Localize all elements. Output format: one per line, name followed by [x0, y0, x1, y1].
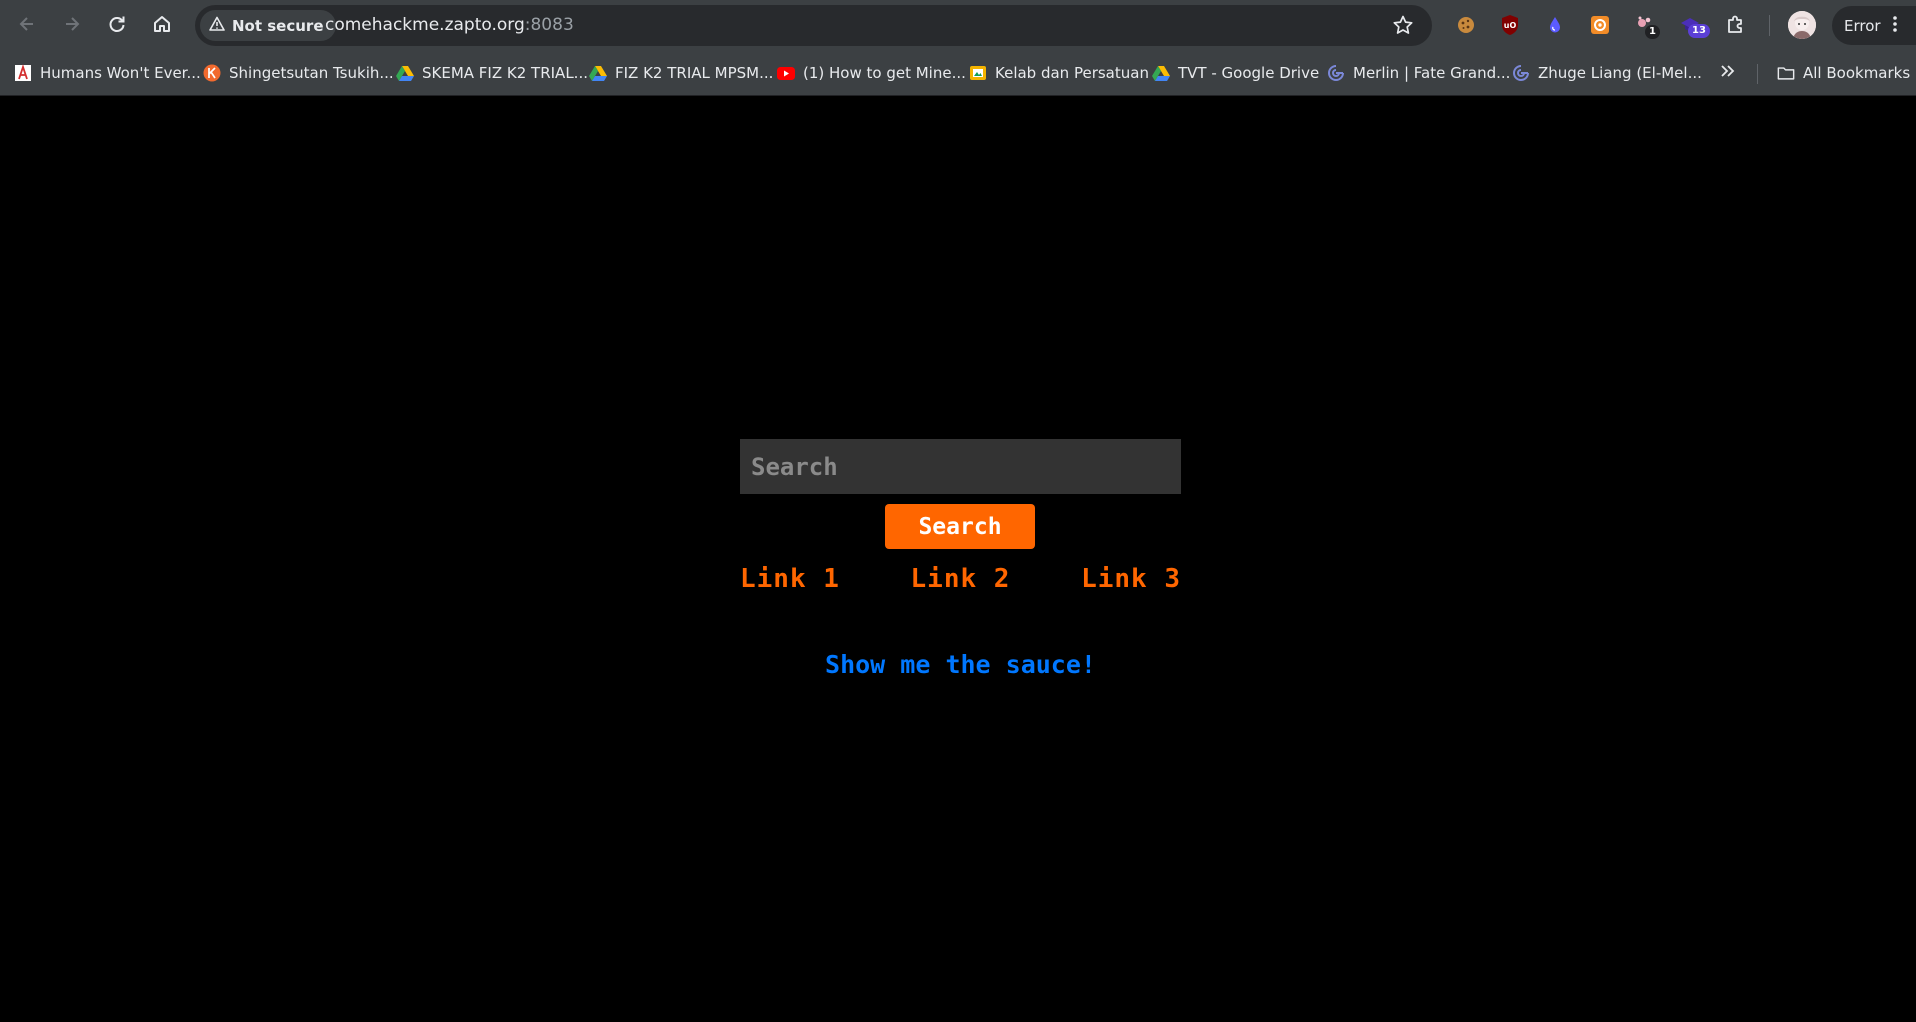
all-bookmarks-button[interactable]: All Bookmarks — [1777, 61, 1910, 85]
reload-icon — [107, 14, 127, 38]
bookmark-label: (1) How to get Mine... — [803, 64, 966, 82]
url-host: comehackme.zapto.org — [325, 15, 525, 35]
link-2[interactable]: Link 2 — [911, 564, 1011, 604]
link-1[interactable]: Link 1 — [740, 564, 840, 604]
url-port: :8083 — [524, 15, 574, 35]
kitsu-icon — [203, 64, 221, 82]
extension-badge: 13 — [1688, 24, 1710, 38]
folder-icon — [1777, 64, 1795, 82]
bookmark-label: Humans Won't Ever... — [40, 64, 201, 82]
forward-arrow-icon — [62, 14, 82, 38]
forward-button[interactable] — [57, 11, 87, 41]
pdf-icon — [14, 64, 32, 82]
ublock-extension-icon[interactable]: uO — [1498, 13, 1522, 37]
toolbar-divider — [1769, 15, 1770, 36]
more-bookmarks-button[interactable] — [1719, 61, 1735, 85]
bookmark-star-icon[interactable] — [1392, 14, 1414, 40]
url-text[interactable]: comehackme.zapto.org:8083 — [325, 5, 574, 46]
bookmark-label: FIZ K2 TRIAL MPSM... — [615, 64, 774, 82]
search-button[interactable]: Search — [885, 504, 1035, 549]
page-content: Search Link 1 Link 2 Link 3 Show me the … — [0, 96, 1916, 1022]
fandom-icon — [1327, 64, 1345, 82]
all-bookmarks-label: All Bookmarks — [1803, 64, 1911, 82]
address-bar[interactable]: Not secure comehackme.zapto.org:8083 — [195, 5, 1432, 46]
bookmark-label: Shingetsutan Tsukih... — [229, 64, 394, 82]
bookmark-item[interactable]: Humans Won't Ever... — [14, 61, 201, 85]
link-3[interactable]: Link 3 — [1081, 564, 1181, 604]
bookmarks-divider — [1757, 64, 1758, 84]
dots-extension-icon[interactable]: 1 — [1633, 13, 1660, 39]
bookmark-item[interactable]: FIZ K2 TRIAL MPSM... — [589, 61, 773, 85]
home-icon — [152, 14, 172, 38]
bookmarks-bar: Humans Won't Ever... Shingetsutan Tsukih… — [0, 51, 1916, 96]
extension-badge: 1 — [1645, 25, 1660, 39]
double-chevron-right-icon — [1719, 64, 1735, 82]
bookmark-label: Zhuge Liang (El-Mel... — [1538, 64, 1702, 82]
droplet-extension-icon[interactable] — [1543, 13, 1567, 37]
bookmark-label: Kelab dan Persatuan — [995, 64, 1149, 82]
nav-links: Link 1 Link 2 Link 3 — [740, 564, 1181, 604]
bookmark-item[interactable]: Shingetsutan Tsukih... — [203, 61, 394, 85]
orange-square-extension-icon[interactable] — [1588, 13, 1612, 37]
back-button[interactable] — [12, 11, 42, 41]
bookmark-item[interactable]: TVT - Google Drive — [1152, 61, 1319, 85]
bookmark-label: SKEMA FIZ K2 TRIAL... — [422, 64, 588, 82]
profile-avatar[interactable] — [1788, 11, 1816, 39]
bookmark-item[interactable]: (1) How to get Mine... — [777, 61, 966, 85]
google-slides-icon — [969, 64, 987, 82]
home-button[interactable] — [147, 11, 177, 41]
profile-error-label: Error — [1844, 16, 1881, 35]
google-drive-icon — [1152, 64, 1170, 82]
security-indicator[interactable]: Not secure — [200, 10, 336, 41]
reload-button[interactable] — [102, 11, 132, 41]
show-sauce-link[interactable]: Show me the sauce! — [740, 650, 1181, 679]
bookmark-label: Merlin | Fate Grand... — [1353, 64, 1511, 82]
back-arrow-icon — [17, 14, 37, 38]
bookmark-item[interactable]: Kelab dan Persatuan — [969, 61, 1149, 85]
bookmark-item[interactable]: Zhuge Liang (El-Mel... — [1512, 61, 1702, 85]
cookie-extension-icon[interactable] — [1454, 13, 1478, 37]
bookmark-item[interactable]: SKEMA FIZ K2 TRIAL... — [396, 61, 588, 85]
security-label: Not secure — [232, 16, 324, 35]
google-drive-icon — [589, 64, 607, 82]
browser-toolbar: Not secure comehackme.zapto.org:8083 uO … — [0, 0, 1916, 51]
fandom-icon — [1512, 64, 1530, 82]
youtube-icon — [777, 64, 795, 82]
warning-triangle-icon — [209, 16, 225, 36]
search-input[interactable] — [740, 439, 1181, 494]
extensions-puzzle-icon[interactable] — [1724, 13, 1748, 37]
bookmark-label: TVT - Google Drive — [1178, 64, 1320, 82]
more-options-icon[interactable] — [1892, 15, 1897, 36]
bookmark-item[interactable]: Merlin | Fate Grand... — [1327, 61, 1510, 85]
profile-error-chip[interactable]: Error — [1832, 6, 1916, 45]
svg-text:uO: uO — [1504, 21, 1517, 30]
hat-extension-icon[interactable]: 13 — [1678, 13, 1710, 38]
google-drive-icon — [396, 64, 414, 82]
